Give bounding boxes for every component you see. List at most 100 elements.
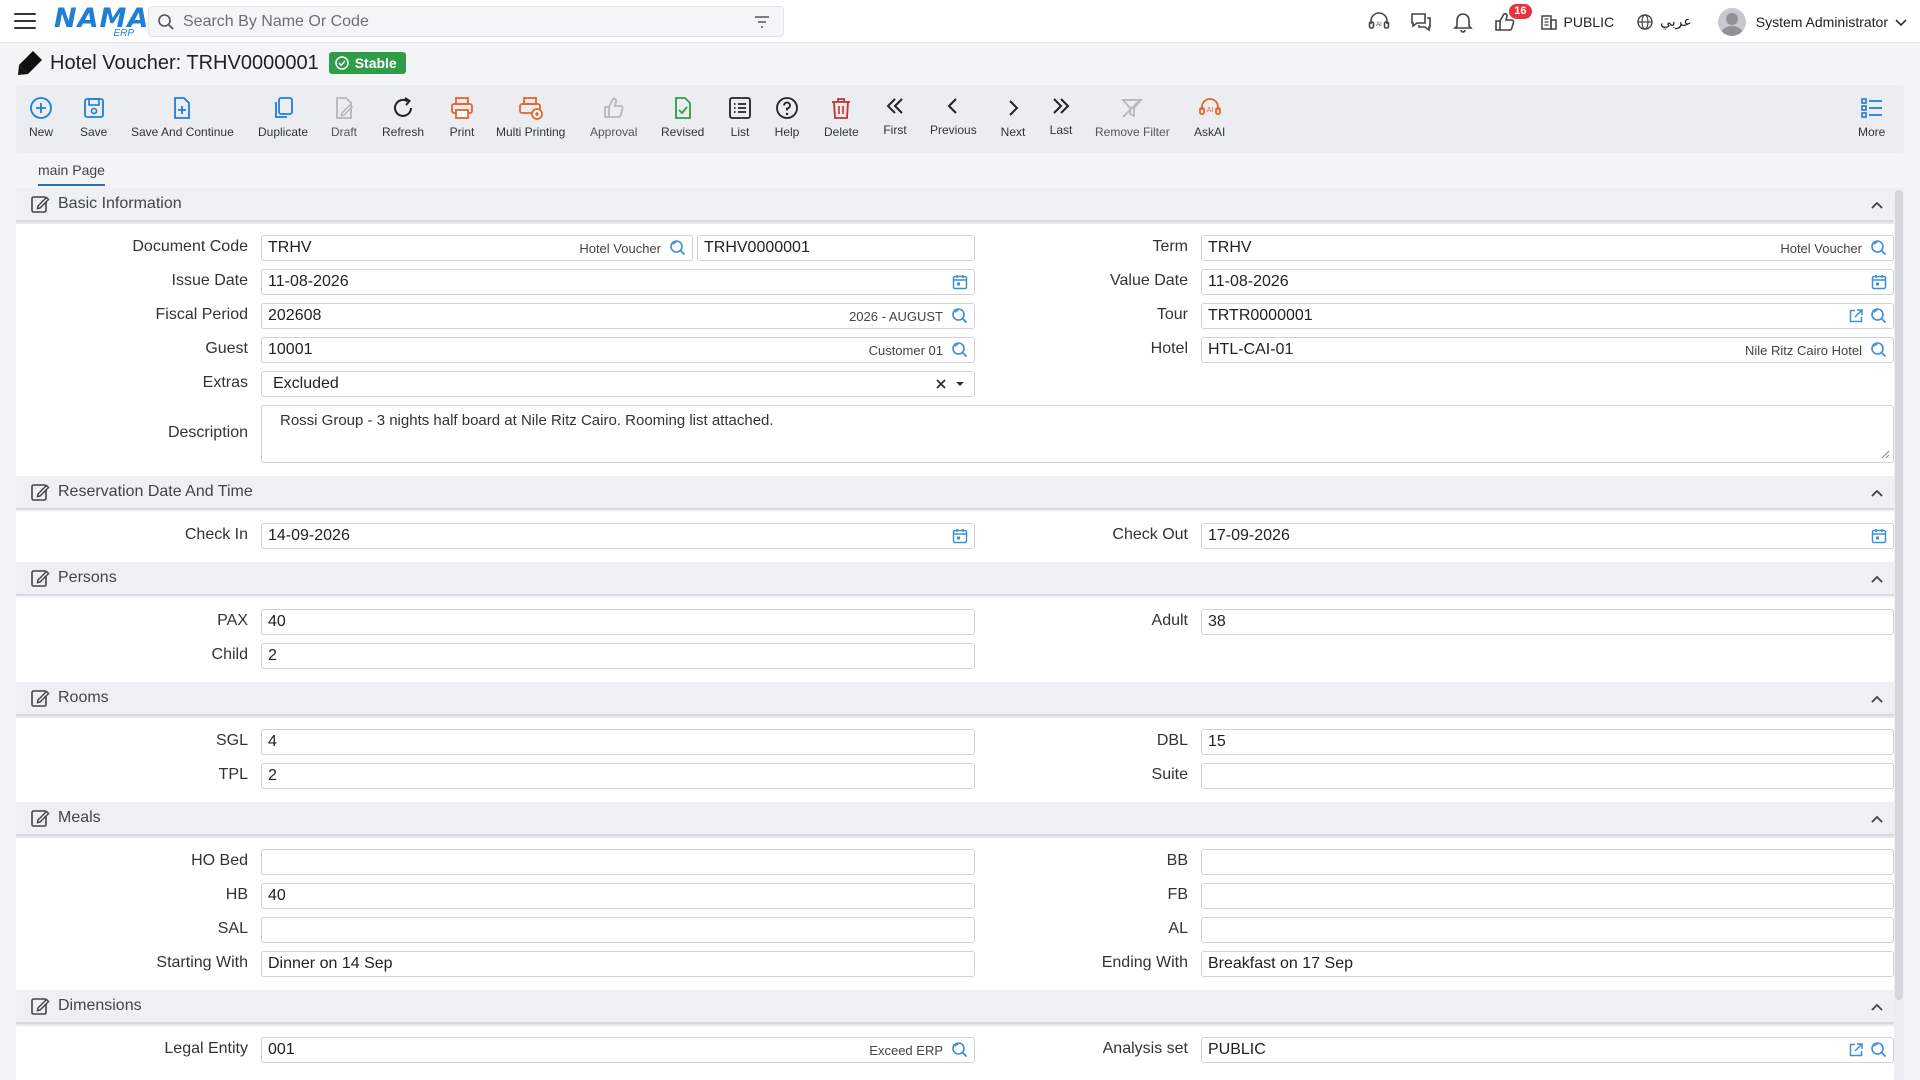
section-rooms[interactable]: Rooms xyxy=(16,682,1904,716)
scrollbar-thumb[interactable] xyxy=(1895,190,1903,1000)
branch-selector[interactable]: PUBLIC xyxy=(1540,13,1614,31)
filter-icon[interactable] xyxy=(753,13,771,31)
refresh-button[interactable]: Refresh xyxy=(382,95,424,139)
suite-label: Suite xyxy=(1151,766,1188,783)
ending-with-field[interactable]: Breakfast on 17 Sep xyxy=(1201,951,1894,977)
pax-field[interactable]: 40 xyxy=(261,609,975,635)
description-textarea[interactable]: Rossi Group - 3 nights half board at Nil… xyxy=(261,405,1894,463)
user-menu[interactable]: System Administrator xyxy=(1717,7,1908,36)
next-button[interactable]: Next xyxy=(1000,95,1026,139)
calendar-icon[interactable] xyxy=(951,273,969,291)
revised-button[interactable]: Revised xyxy=(661,95,704,139)
section-persons[interactable]: Persons xyxy=(16,562,1904,596)
remove-filter-button[interactable]: Remove Filter xyxy=(1095,95,1170,139)
chevron-up-icon[interactable] xyxy=(1870,486,1884,500)
lookup-search-icon[interactable] xyxy=(1870,341,1888,359)
hotel-field[interactable]: HTL-CAI-01 Nile Ritz Cairo Hotel xyxy=(1201,337,1894,363)
adult-field[interactable]: 38 xyxy=(1201,609,1894,635)
approval-button[interactable]: Approval xyxy=(590,95,637,139)
section-meals[interactable]: Meals xyxy=(16,802,1904,836)
check-in-field[interactable]: 14-09-2026 xyxy=(261,523,975,549)
lookup-search-icon[interactable] xyxy=(951,307,969,325)
starting-with-field[interactable]: Dinner on 14 Sep xyxy=(261,951,975,977)
chevron-up-icon[interactable] xyxy=(1870,572,1884,586)
term-field[interactable]: TRHV Hotel Voucher xyxy=(1201,235,1894,261)
fb-field[interactable] xyxy=(1201,883,1894,909)
menu-icon[interactable] xyxy=(14,13,36,29)
list-button[interactable]: List xyxy=(727,95,753,139)
ho-bed-field[interactable] xyxy=(261,849,975,875)
language-switch[interactable]: عربي xyxy=(1636,13,1692,31)
save-button[interactable]: Save xyxy=(80,95,107,139)
section-dimensions[interactable]: Dimensions xyxy=(16,990,1904,1024)
fiscal-period-field[interactable]: 202608 2026 - AUGUST xyxy=(261,303,975,329)
analysis-set-field[interactable]: PUBLIC xyxy=(1201,1037,1894,1063)
print-label: Print xyxy=(449,125,475,139)
askai-button[interactable]: AI AskAI xyxy=(1194,95,1225,139)
extras-select[interactable]: Excluded xyxy=(261,371,975,397)
delete-button[interactable]: Delete xyxy=(824,95,859,139)
lookup-search-icon[interactable] xyxy=(951,341,969,359)
sal-field[interactable] xyxy=(261,917,975,943)
chat-icon[interactable] xyxy=(1408,9,1434,35)
lookup-search-icon[interactable] xyxy=(951,1041,969,1059)
more-button[interactable]: More xyxy=(1858,95,1885,139)
calendar-icon[interactable] xyxy=(1870,527,1888,545)
open-external-icon[interactable] xyxy=(1847,307,1865,325)
child-field[interactable]: 2 xyxy=(261,643,975,669)
first-button[interactable]: First xyxy=(882,93,908,137)
dbl-field[interactable]: 15 xyxy=(1201,729,1894,755)
check-out-field[interactable]: 17-09-2026 xyxy=(1201,523,1894,549)
section-basic-information[interactable]: Basic Information xyxy=(16,188,1904,222)
print-button[interactable]: Print xyxy=(449,95,475,139)
resize-handle-icon[interactable] xyxy=(1880,449,1890,459)
hb-field[interactable]: 40 xyxy=(261,883,975,909)
lookup-search-icon[interactable] xyxy=(1870,1041,1888,1059)
new-button[interactable]: New xyxy=(28,95,54,139)
issue-date-field[interactable]: 11-08-2026 xyxy=(261,269,975,295)
calendar-icon[interactable] xyxy=(951,527,969,545)
legal-entity-field[interactable]: 001 Exceed ERP xyxy=(261,1037,975,1063)
chevron-up-icon[interactable] xyxy=(1870,1000,1884,1014)
form-scrollbar[interactable] xyxy=(1894,188,1904,1080)
value-date-field[interactable]: 11-08-2026 xyxy=(1201,269,1894,295)
bb-field[interactable] xyxy=(1201,849,1894,875)
caret-down-icon[interactable] xyxy=(954,378,966,390)
calendar-icon[interactable] xyxy=(1870,273,1888,291)
chevron-up-icon[interactable] xyxy=(1870,692,1884,706)
previous-button[interactable]: Previous xyxy=(930,93,977,137)
revised-label: Revised xyxy=(661,125,705,139)
app-logo[interactable]: NAMA ERP xyxy=(54,4,148,40)
chevron-up-icon[interactable] xyxy=(1870,812,1884,826)
lookup-search-icon[interactable] xyxy=(1870,307,1888,325)
tour-field[interactable]: TRTR0000001 xyxy=(1201,303,1894,329)
tpl-field[interactable]: 2 xyxy=(261,763,975,789)
fiscal-period-label: Fiscal Period xyxy=(155,306,248,323)
avatar xyxy=(1717,7,1746,36)
save-and-continue-button[interactable]: Save And Continue xyxy=(131,95,234,139)
document-code-field[interactable]: TRHV Hotel Voucher xyxy=(261,235,693,261)
clear-icon[interactable] xyxy=(934,377,948,391)
suite-field[interactable] xyxy=(1201,763,1894,789)
guest-field[interactable]: 10001 Customer 01 xyxy=(261,337,975,363)
printer-icon xyxy=(451,97,473,119)
draft-button[interactable]: Draft xyxy=(331,95,357,139)
approvals-icon[interactable]: 16 xyxy=(1492,3,1532,35)
chevron-up-icon[interactable] xyxy=(1870,198,1884,212)
last-button[interactable]: Last xyxy=(1048,93,1074,137)
section-reservation-date-time[interactable]: Reservation Date And Time xyxy=(16,476,1904,510)
lookup-search-icon[interactable] xyxy=(1870,239,1888,257)
al-field[interactable] xyxy=(1201,917,1894,943)
duplicate-button[interactable]: Duplicate xyxy=(258,95,308,139)
sgl-field[interactable]: 4 xyxy=(261,729,975,755)
ai-support-icon[interactable]: AI xyxy=(1366,9,1392,35)
child-label: Child xyxy=(211,646,248,663)
tab-main-page[interactable]: main Page xyxy=(38,162,105,186)
document-number-field[interactable]: TRHV0000001 xyxy=(697,235,975,261)
search-input[interactable] xyxy=(175,7,753,36)
open-external-icon[interactable] xyxy=(1847,1041,1865,1059)
multi-printing-button[interactable]: Multi Printing xyxy=(496,95,565,139)
help-button[interactable]: Help xyxy=(774,95,800,139)
lookup-search-icon[interactable] xyxy=(669,239,687,257)
bell-icon[interactable] xyxy=(1450,9,1476,35)
